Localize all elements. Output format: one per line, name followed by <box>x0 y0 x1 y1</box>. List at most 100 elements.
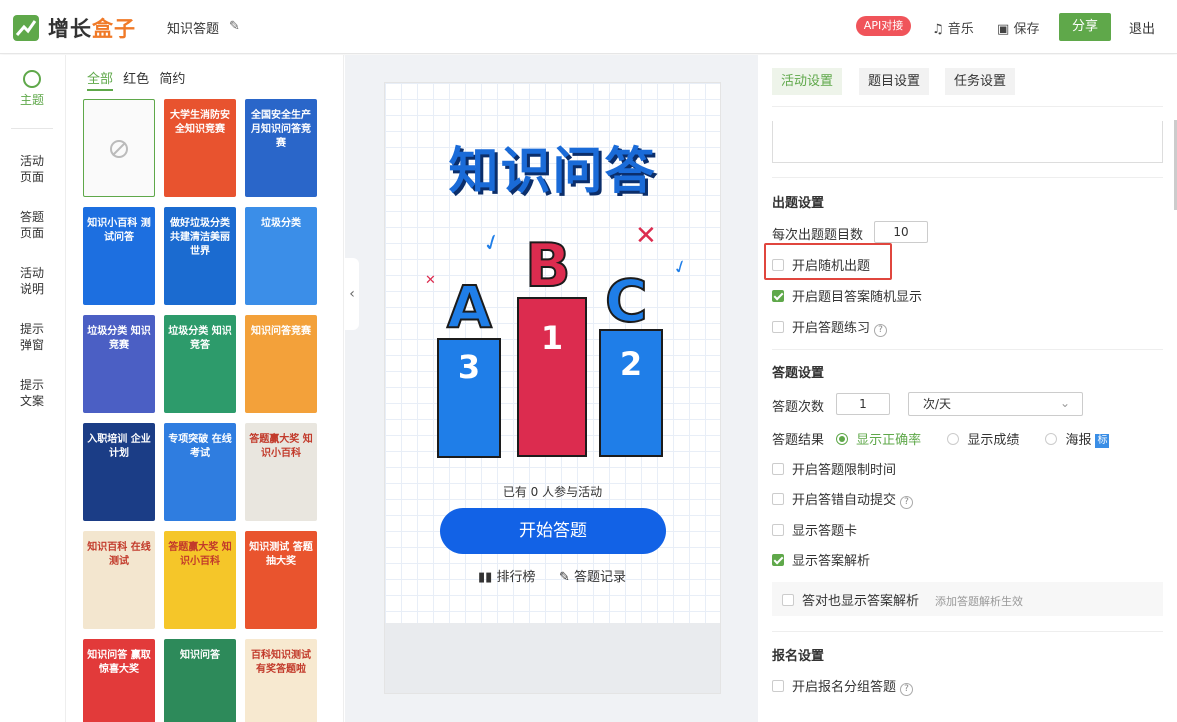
nav-theme[interactable]: 主题 <box>0 70 64 108</box>
tab-question-settings[interactable]: 题目设置 <box>859 68 930 95</box>
participant-count: 已有 0 人参与活动 <box>502 485 603 499</box>
nav-popup[interactable]: 提示 弹窗 <box>0 321 64 353</box>
template-card[interactable]: 垃圾分类 <box>245 207 317 305</box>
template-card[interactable]: 垃圾分类 知识竞答 <box>164 315 236 413</box>
nav-copywriting[interactable]: 提示 文案 <box>0 377 64 409</box>
template-card[interactable]: 做好垃圾分类 共建清洁美丽世界 <box>164 207 236 305</box>
edit-icon[interactable]: ✎ <box>229 19 240 34</box>
template-card[interactable]: 知识百科 在线测试 <box>83 531 155 629</box>
checkbox-checked-icon <box>772 290 784 302</box>
podium-b: 1 <box>517 297 587 457</box>
template-card-title: 百科知识测试 有奖答题啦 <box>251 650 311 675</box>
template-card[interactable]: 全国安全生产月知识问答竞赛 <box>245 99 317 197</box>
radio-icon <box>1045 433 1058 445</box>
answer-section-title: 答题设置 <box>772 366 825 381</box>
template-filters: 全部 红色 简约 <box>87 68 191 91</box>
template-card[interactable]: 知识小百科 测试问答 <box>83 207 155 305</box>
help-icon[interactable]: ? <box>874 324 888 337</box>
leaderboard-link[interactable]: ▮▮ 排行榜 <box>478 566 535 585</box>
share-button[interactable]: 分享 <box>1059 13 1111 41</box>
time-limit-checkbox[interactable]: 开启答题限制时间 <box>772 459 896 478</box>
nav-answer-page[interactable]: 答题 页面 <box>0 209 64 241</box>
top-bar: 增长盒子 知识答题 ✎ API对接 ♫ 音乐 ▣ 保存 分享 退出 <box>0 0 1177 54</box>
collapse-panel-button[interactable]: ‹ <box>345 258 359 330</box>
analysis-subbox: 答对也显示答案解析 添加答题解析生效 <box>772 582 1163 616</box>
nav-activity-desc[interactable]: 活动 说明 <box>0 265 64 297</box>
edit-note-icon: ✎ <box>559 570 570 585</box>
cross-mark-icon: ✕ <box>635 221 657 251</box>
template-card[interactable]: 答题赢大奖 知识小百科 <box>164 531 236 629</box>
practice-checkbox[interactable]: 开启答题练习? <box>772 317 888 337</box>
nav-divider <box>11 128 53 129</box>
filter-red[interactable]: 红色 <box>123 72 149 87</box>
bar-chart-icon: ▮▮ <box>478 570 493 585</box>
preview-title: 知识问答 <box>448 142 657 200</box>
template-card[interactable]: 知识问答 赢取惊喜大奖 <box>83 639 155 722</box>
template-card-title: 专项突破 在线考试 <box>168 434 232 459</box>
template-card-title: 答题赢大奖 知识小百科 <box>249 434 313 459</box>
music-button[interactable]: ♫ 音乐 <box>932 18 974 37</box>
podium-a: 3 <box>437 338 501 458</box>
times-label: 答题次数 <box>772 400 825 415</box>
template-card[interactable]: 大学生消防安全知识竞赛 <box>164 99 236 197</box>
show-analysis-checkbox[interactable]: 显示答案解析 <box>772 550 870 569</box>
template-card[interactable]: 知识问答 <box>164 639 236 722</box>
correct-analysis-checkbox[interactable]: 答对也显示答案解析 添加答题解析生效 <box>782 590 1023 609</box>
template-card[interactable]: 答题赢大奖 知识小百科 <box>245 423 317 521</box>
tab-activity-settings[interactable]: 活动设置 <box>772 68 843 95</box>
help-icon[interactable]: ? <box>900 683 914 696</box>
per-count-input[interactable]: 10 <box>874 221 928 243</box>
checkbox-icon <box>782 594 794 606</box>
music-icon: ♫ <box>932 22 944 37</box>
left-nav: 主题 活动 页面 答题 页面 活动 说明 提示 弹窗 提示 文案 <box>0 55 66 722</box>
chevron-down-icon: ⌄ <box>1059 396 1070 410</box>
description-textarea[interactable] <box>772 121 1163 163</box>
result-option-poster[interactable]: 海报标 <box>1045 433 1110 448</box>
logout-button[interactable]: 退出 <box>1129 18 1155 37</box>
poster-badge: 标 <box>1095 434 1110 448</box>
save-icon: ▣ <box>997 22 1010 37</box>
palette-icon <box>23 70 41 88</box>
result-option-accuracy[interactable]: 显示正确率 <box>836 433 921 448</box>
phone-preview: 知识问答 3 1 2 A B C ✓ ✕ ✕ ✓ 已有 0 人参与活动 开始答题… <box>384 82 721 694</box>
group-answer-checkbox[interactable]: 开启报名分组答题? <box>772 676 914 696</box>
start-answer-button[interactable]: 开始答题 <box>440 508 666 554</box>
template-card[interactable]: 知识测试 答题抽大奖 <box>245 531 317 629</box>
template-card-title: 答题赢大奖 知识小百科 <box>168 542 232 567</box>
help-icon[interactable]: ? <box>900 496 914 509</box>
template-card-title: 全国安全生产月知识问答竞赛 <box>251 110 311 149</box>
tab-task-settings[interactable]: 任务设置 <box>945 68 1016 95</box>
letter-a: A <box>446 272 493 342</box>
period-select[interactable]: 次/天 ⌄ <box>908 392 1083 416</box>
checkbox-icon <box>772 321 784 333</box>
phone-footer <box>385 623 720 693</box>
template-card[interactable]: 专项突破 在线考试 <box>164 423 236 521</box>
small-cross-icon: ✕ <box>425 273 436 288</box>
times-input[interactable]: 1 <box>836 393 890 415</box>
api-button[interactable]: API对接 <box>856 16 911 36</box>
filter-all[interactable]: 全部 <box>87 72 114 91</box>
template-card-title: 知识问答 赢取惊喜大奖 <box>87 650 151 675</box>
result-row: 答题结果 显示正确率 显示成绩 海报标 <box>772 433 1110 448</box>
template-card-blank[interactable] <box>83 99 155 197</box>
template-card[interactable]: 知识问答竞赛 <box>245 315 317 413</box>
radio-selected-icon <box>836 433 849 445</box>
template-card-title: 垃圾分类 知识竞答 <box>168 326 232 351</box>
template-card[interactable]: 百科知识测试 有奖答题啦 <box>245 639 317 722</box>
template-card[interactable]: 入职培训 企业计划 <box>83 423 155 521</box>
checkbox-icon <box>772 493 784 505</box>
auto-submit-checkbox[interactable]: 开启答错自动提交? <box>772 489 914 509</box>
nav-activity-page[interactable]: 活动 页面 <box>0 153 64 185</box>
template-card-title: 做好垃圾分类 共建清洁美丽世界 <box>170 218 230 257</box>
template-card[interactable]: 垃圾分类 知识竞赛 <box>83 315 155 413</box>
document-title[interactable]: 知识答题 <box>167 18 219 37</box>
template-card-title: 知识小百科 测试问答 <box>87 218 151 243</box>
filter-simple[interactable]: 简约 <box>159 72 185 87</box>
random-answers-checkbox[interactable]: 开启题目答案随机显示 <box>772 286 922 305</box>
letter-b: B <box>524 230 572 302</box>
result-option-score[interactable]: 显示成绩 <box>947 433 1019 448</box>
save-button[interactable]: ▣ 保存 <box>997 18 1039 37</box>
answer-card-checkbox[interactable]: 显示答题卡 <box>772 520 857 539</box>
answer-record-link[interactable]: ✎ 答题记录 <box>559 566 626 585</box>
section-divider <box>772 349 1163 350</box>
